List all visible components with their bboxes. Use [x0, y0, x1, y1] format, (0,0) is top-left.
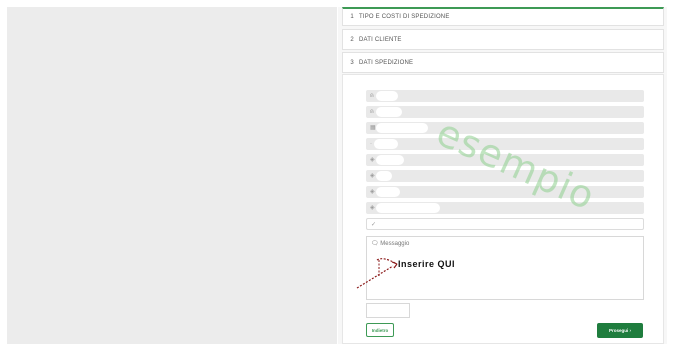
section-title: DATI SPEDIZIONE [359, 59, 414, 66]
section-header-customer-data[interactable]: 2 DATI CLIENTE [342, 29, 664, 50]
phone-icon: ◈ [370, 205, 375, 211]
phone-field[interactable]: ◈ [366, 202, 644, 214]
building-icon: ▦ [370, 125, 376, 131]
small-input[interactable] [366, 303, 410, 318]
chevron-right-icon: › [629, 328, 632, 333]
message-icon: 🗨 [371, 241, 379, 247]
section-number: 2 [350, 36, 354, 43]
location-icon: ◈ [370, 157, 375, 163]
location-icon: ◈ [370, 189, 375, 195]
left-panel [7, 7, 337, 344]
user-icon: ⍝ [370, 93, 374, 99]
section-title: TIPO E COSTI DI SPEDIZIONE [359, 14, 450, 20]
instruction-note: Inserire QUI [398, 259, 456, 269]
section-title: DATI CLIENTE [359, 36, 402, 43]
email-field[interactable]: ✓ [366, 218, 644, 230]
section-header-shipping-type[interactable]: 1 TIPO E COSTI DI SPEDIZIONE [342, 7, 664, 26]
back-button[interactable]: Indietro [366, 323, 394, 337]
location-icon: ◈ [370, 173, 375, 179]
user-icon: ⍝ [370, 109, 374, 115]
email-icon: ✓ [371, 222, 377, 228]
location-icon: · [370, 141, 372, 147]
name-field[interactable]: ⍝ [366, 90, 644, 102]
province-field[interactable]: ◈ [366, 186, 644, 198]
section-number: 3 [350, 59, 354, 66]
next-button[interactable]: Prosegui › [597, 323, 643, 338]
message-placeholder: 🗨 Messaggio [371, 241, 410, 247]
company-field[interactable]: ▦ [366, 122, 644, 134]
section-header-shipping-data[interactable]: 3 DATI SPEDIZIONE [342, 52, 664, 73]
section-number: 1 [350, 14, 354, 20]
surname-field[interactable]: ⍝ [366, 106, 644, 118]
